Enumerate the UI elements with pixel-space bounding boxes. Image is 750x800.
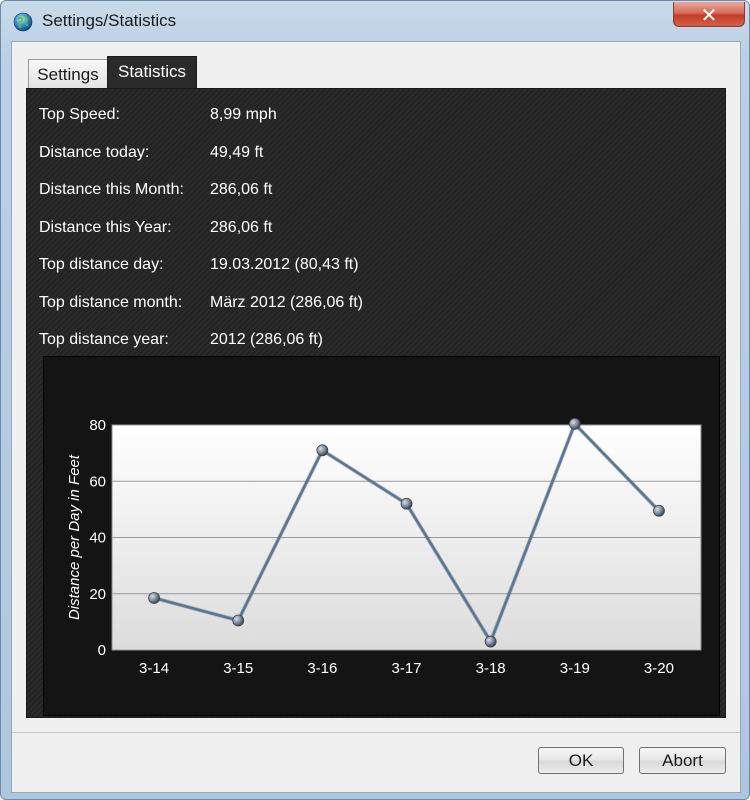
stat-label: Top distance day: [39, 256, 164, 273]
x-tick-label: 3-16 [307, 660, 337, 677]
data-point [148, 592, 160, 604]
dialog-client-area: Settings Statistics Top Speed: 8,99 mph Di… [11, 41, 741, 793]
data-point [316, 444, 329, 457]
stat-value: 8,99 mph [210, 106, 277, 123]
x-tick-label: 3-17 [391, 660, 421, 677]
y-tick-label: 40 [89, 530, 106, 547]
stat-label: Distance this Month: [39, 181, 184, 198]
tab-statistics[interactable]: Statistics [107, 56, 197, 88]
window-title: Settings/Statistics [42, 11, 177, 30]
settings-statistics-window: Settings/Statistics ✕ Settings Statistic… [0, 0, 750, 800]
stat-value: März 2012 (286,06 ft) [210, 293, 363, 311]
close-icon: ✕ [700, 3, 718, 27]
stat-label: Top distance year: [39, 331, 169, 348]
stat-label: Top Speed: [39, 106, 120, 123]
data-point [400, 497, 413, 510]
close-button[interactable]: ✕ [673, 2, 745, 27]
y-tick-label: 60 [89, 473, 106, 490]
globe-icon [13, 12, 33, 32]
chart-svg: 0 20 40 60 80 3-14 3-15 3-16 3-17 3-18 3-19 3-20 Dis… [66, 417, 702, 677]
data-point [232, 614, 245, 627]
ok-button[interactable]: OK [538, 747, 624, 774]
title-bar[interactable]: Settings/Statistics ✕ [1, 1, 749, 41]
y-tick-label: 80 [89, 417, 106, 434]
x-tick-label: 3-15 [223, 660, 253, 677]
stat-value: 19.03.2012 (80,43 ft) [210, 256, 359, 273]
divider [12, 732, 740, 733]
stat-value: 2012 (286,06 ft) [210, 331, 323, 348]
stat-value: 49,49 ft [210, 143, 264, 161]
x-tick-label: 3-19 [560, 660, 590, 677]
y-tick-label: 0 [98, 642, 106, 659]
data-point [484, 635, 497, 648]
stat-value: 286,06 ft [210, 218, 273, 236]
abort-button[interactable]: Abort [639, 747, 726, 774]
x-tick-label: 3-18 [476, 660, 506, 677]
y-axis-label: Distance per Day in Feet [66, 454, 83, 620]
data-point [568, 417, 581, 430]
tab-settings[interactable]: Settings [28, 59, 108, 88]
stat-label: Distance today: [39, 143, 150, 161]
x-tick-label: 3-14 [139, 660, 169, 677]
stat-label: Distance this Year: [39, 218, 172, 236]
distance-chart: 0 20 40 60 80 3-14 3-15 3-16 3-17 3-18 3-19 3-20 Dis… [43, 356, 720, 716]
stat-value: 286,06 ft [210, 181, 273, 198]
x-tick-label: 3-20 [644, 660, 674, 677]
y-tick-label: 20 [89, 586, 106, 603]
data-point [653, 504, 665, 517]
statistics-panel: Top Speed: 8,99 mph Distance today: 49,49 f… [26, 88, 726, 718]
stat-label: Top distance month: [39, 293, 183, 311]
